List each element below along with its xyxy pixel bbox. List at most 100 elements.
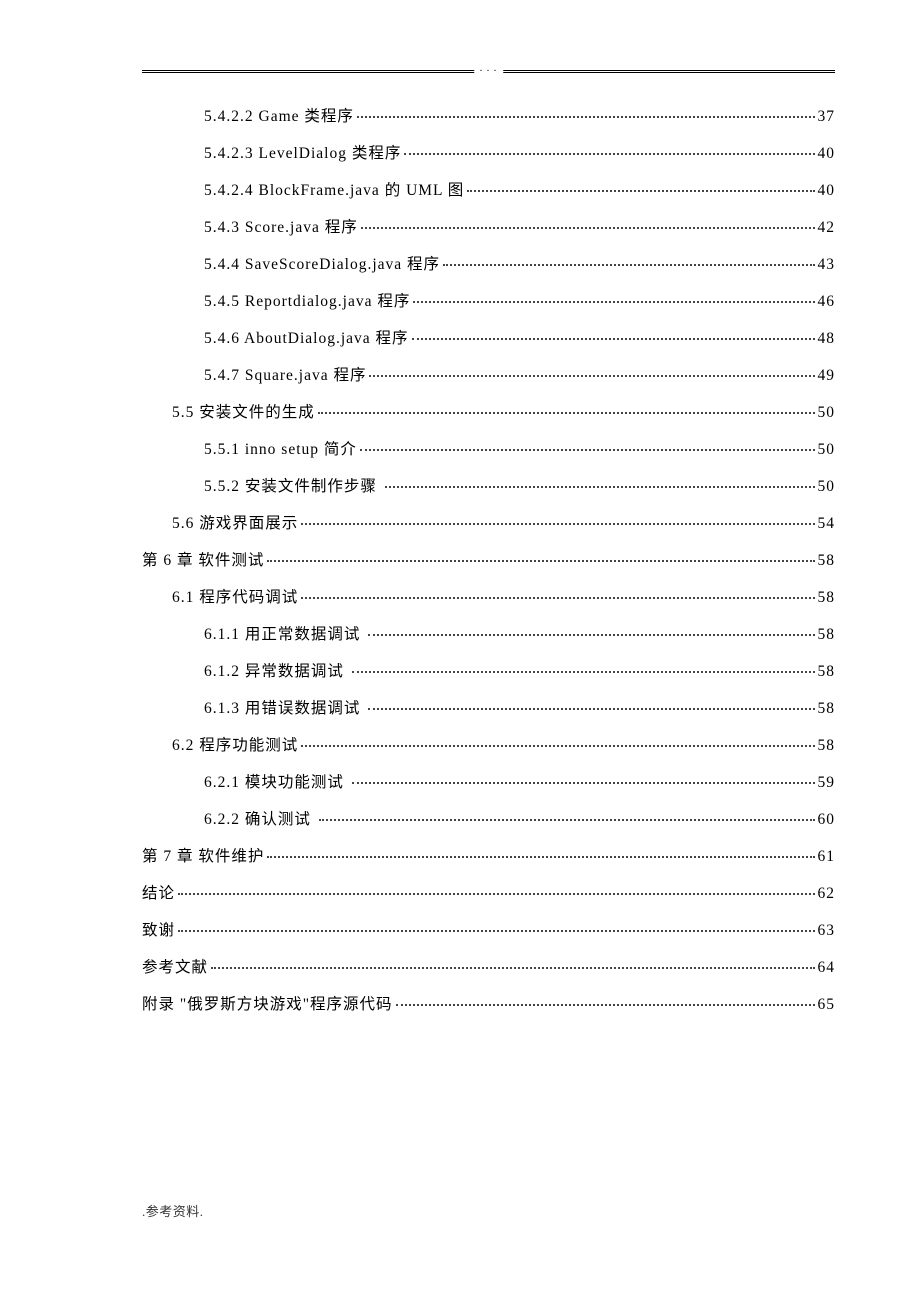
document-page: . . . 5.4.2.2 Game 类程序 37 5.4.2.3 LevelDia… bbox=[142, 70, 835, 1222]
toc-entry-page: 43 bbox=[818, 257, 836, 273]
toc-leader-dots bbox=[301, 597, 814, 599]
toc-entry-label: 5.6 游戏界面展示 bbox=[172, 516, 298, 532]
toc-leader-dots bbox=[318, 412, 815, 414]
toc-entry: 5.6 游戏界面展示 54 bbox=[142, 516, 835, 532]
toc-entry: 6.1 程序代码调试58 bbox=[142, 590, 835, 606]
toc-leader-dots bbox=[267, 560, 814, 562]
toc-entry-page: 58 bbox=[818, 738, 836, 754]
toc-leader-dots bbox=[319, 819, 815, 821]
toc-entry-page: 64 bbox=[818, 960, 836, 976]
toc-leader-dots bbox=[396, 1004, 815, 1006]
toc-entry-page: 58 bbox=[818, 590, 836, 606]
toc-entry-label: 6.1.1 用正常数据调试 bbox=[204, 627, 365, 643]
toc-entry-label: 6.2 程序功能测试 bbox=[172, 738, 298, 754]
toc-entry: 5.5.2 安装文件制作步骤 50 bbox=[142, 479, 835, 495]
toc-entry: 6.2 程序功能测试 58 bbox=[142, 738, 835, 754]
toc-entry-page: 49 bbox=[818, 368, 836, 384]
toc-leader-dots bbox=[467, 190, 814, 192]
toc-entry-label: 5.4.2.3 LevelDialog 类程序 bbox=[204, 146, 401, 162]
toc-entry-label: 致谢 bbox=[142, 923, 175, 939]
toc-leader-dots bbox=[369, 375, 814, 377]
toc-entry-label: 5.4.2.4 BlockFrame.java 的 UML 图 bbox=[204, 183, 464, 199]
toc-leader-dots bbox=[360, 449, 815, 451]
toc-entry-page: 37 bbox=[818, 109, 836, 125]
toc-leader-dots bbox=[368, 634, 814, 636]
toc-entry: 参考文献 64 bbox=[142, 960, 835, 976]
toc-entry: 5.5.1 inno setup 简介 50 bbox=[142, 442, 835, 458]
toc-leader-dots bbox=[413, 301, 814, 303]
toc-leader-dots bbox=[211, 967, 814, 969]
toc-entry: 第 7 章 软件维护 61 bbox=[142, 849, 835, 865]
toc-leader-dots bbox=[361, 227, 815, 229]
toc-entry: 5.4.6 AboutDialog.java 程序 48 bbox=[142, 331, 835, 347]
toc-leader-dots bbox=[368, 708, 814, 710]
toc-entry-page: 40 bbox=[818, 183, 836, 199]
toc-entry-page: 59 bbox=[818, 775, 836, 791]
toc-entry: 结论62 bbox=[142, 886, 835, 902]
toc-entry-page: 54 bbox=[818, 516, 836, 532]
toc-entry-page: 42 bbox=[818, 220, 836, 236]
toc-entry: 5.4.2.4 BlockFrame.java 的 UML 图 40 bbox=[142, 183, 835, 199]
toc-entry-label: 5.4.2.2 Game 类程序 bbox=[204, 109, 354, 125]
toc-entry-page: 63 bbox=[818, 923, 836, 939]
toc-entry: 6.1.1 用正常数据调试 58 bbox=[142, 627, 835, 643]
toc-entry: 5.4.3 Score.java 程序 42 bbox=[142, 220, 835, 236]
toc-entry-label: 5.4.5 Reportdialog.java 程序 bbox=[204, 294, 410, 310]
toc-entry-label: 5.5 安装文件的生成 bbox=[172, 405, 315, 421]
toc-entry-label: 第 7 章 软件维护 bbox=[142, 849, 264, 865]
footer-text: .参考资料. bbox=[142, 1201, 204, 1220]
toc-entry: 5.4.7 Square.java 程序 49 bbox=[142, 368, 835, 384]
table-of-contents: 5.4.2.2 Game 类程序 37 5.4.2.3 LevelDialog 类程… bbox=[142, 109, 835, 1013]
toc-entry-page: 65 bbox=[818, 997, 836, 1013]
toc-entry-page: 40 bbox=[818, 146, 836, 162]
toc-entry: 附录 "俄罗斯方块游戏"程序源代码 65 bbox=[142, 997, 835, 1013]
toc-entry-label: 5.4.7 Square.java 程序 bbox=[204, 368, 366, 384]
toc-entry-label: 5.4.6 AboutDialog.java 程序 bbox=[204, 331, 409, 347]
toc-entry-label: 附录 "俄罗斯方块游戏"程序源代码 bbox=[142, 997, 393, 1013]
toc-entry-label: 6.1.2 异常数据调试 bbox=[204, 664, 349, 680]
toc-leader-dots bbox=[301, 523, 814, 525]
toc-entry-label: 结论 bbox=[142, 886, 175, 902]
toc-leader-dots bbox=[178, 893, 814, 895]
toc-entry-label: 6.1.3 用错误数据调试 bbox=[204, 701, 365, 717]
toc-leader-dots bbox=[404, 153, 814, 155]
toc-entry: 6.1.3 用错误数据调试 58 bbox=[142, 701, 835, 717]
toc-entry-page: 46 bbox=[818, 294, 836, 310]
toc-entry-page: 60 bbox=[818, 812, 836, 828]
toc-entry-label: 6.2.2 确认测试 bbox=[204, 812, 316, 828]
toc-leader-dots bbox=[443, 264, 814, 266]
toc-entry: 5.4.5 Reportdialog.java 程序 46 bbox=[142, 294, 835, 310]
toc-entry-label: 5.5.1 inno setup 简介 bbox=[204, 442, 357, 458]
toc-entry-label: 参考文献 bbox=[142, 960, 208, 976]
toc-leader-dots bbox=[385, 486, 815, 488]
header-marker: . . . bbox=[474, 63, 504, 74]
toc-entry-label: 5.4.3 Score.java 程序 bbox=[204, 220, 358, 236]
toc-entry-page: 48 bbox=[818, 331, 836, 347]
toc-entry: 5.5 安装文件的生成 50 bbox=[142, 405, 835, 421]
toc-entry-label: 6.2.1 模块功能测试 bbox=[204, 775, 349, 791]
toc-entry-page: 61 bbox=[818, 849, 836, 865]
toc-entry-page: 58 bbox=[818, 701, 836, 717]
toc-entry: 6.2.1 模块功能测试 59 bbox=[142, 775, 835, 791]
toc-leader-dots bbox=[412, 338, 815, 340]
toc-leader-dots bbox=[267, 856, 814, 858]
toc-entry-label: 第 6 章 软件测试 bbox=[142, 553, 264, 569]
toc-entry-page: 50 bbox=[818, 405, 836, 421]
header-rule: . . . bbox=[142, 70, 835, 73]
toc-entry: 6.2.2 确认测试 60 bbox=[142, 812, 835, 828]
toc-leader-dots bbox=[357, 116, 815, 118]
toc-entry-page: 50 bbox=[818, 442, 836, 458]
toc-entry-page: 58 bbox=[818, 664, 836, 680]
toc-entry-page: 58 bbox=[818, 553, 836, 569]
toc-leader-dots bbox=[352, 671, 815, 673]
toc-leader-dots bbox=[178, 930, 814, 932]
toc-entry-page: 58 bbox=[818, 627, 836, 643]
toc-entry: 5.4.2.3 LevelDialog 类程序 40 bbox=[142, 146, 835, 162]
toc-entry-page: 50 bbox=[818, 479, 836, 495]
toc-entry: 致谢 63 bbox=[142, 923, 835, 939]
toc-entry: 5.4.4 SaveScoreDialog.java 程序43 bbox=[142, 257, 835, 273]
toc-leader-dots bbox=[301, 745, 814, 747]
toc-leader-dots bbox=[352, 782, 815, 784]
toc-entry: 6.1.2 异常数据调试 58 bbox=[142, 664, 835, 680]
toc-entry-label: 5.5.2 安装文件制作步骤 bbox=[204, 479, 382, 495]
